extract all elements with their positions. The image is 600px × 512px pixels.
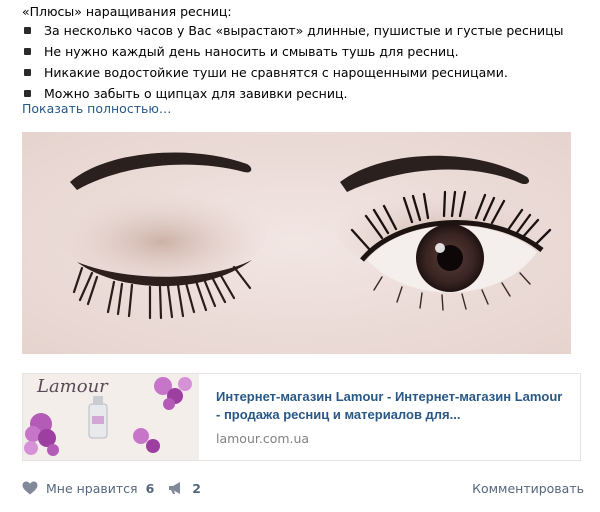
bullet-square-icon (24, 27, 31, 34)
list-item: Не нужно каждый день наносить и смывать … (24, 41, 564, 62)
bullet-square-icon (24, 90, 31, 97)
like-label: Мне нравится (46, 480, 138, 496)
list-item: За несколько часов у Вас «вырастают» дли… (24, 20, 564, 41)
post-actions-bar: Мне нравится 6 2 Комментировать (22, 478, 584, 498)
comment-button[interactable]: Комментировать (472, 481, 584, 496)
list-item-text: За несколько часов у Вас «вырастают» дли… (44, 23, 564, 38)
link-thumbnail: Lamour (23, 374, 199, 460)
post-intro-text: «Плюсы» наращивания ресниц: (22, 4, 232, 19)
like-count: 6 (145, 480, 155, 496)
show-more-link[interactable]: Показать полностью… (22, 101, 171, 116)
list-item-text: Никакие водостойкие туши не сравнятся с … (44, 65, 508, 80)
bullet-square-icon (24, 48, 31, 55)
list-item-text: Не нужно каждый день наносить и смывать … (44, 44, 459, 59)
link-preview-card[interactable]: Lamour Интернет-магазин Lamour - Интерне… (22, 373, 581, 461)
link-preview-domain: lamour.com.ua (216, 431, 310, 446)
heart-icon (22, 481, 38, 495)
post-photo[interactable] (22, 132, 571, 354)
share-count: 2 (192, 480, 201, 496)
lamour-logo: Lamour (37, 376, 108, 397)
link-preview-title[interactable]: Интернет-магазин Lamour - Интернет-магаз… (216, 388, 566, 424)
list-item: Никакие водостойкие туши не сравнятся с … (24, 62, 564, 83)
benefits-list: За несколько часов у Вас «вырастают» дли… (24, 20, 564, 104)
link-preview-text: Интернет-магазин Lamour - Интернет-магаз… (199, 374, 580, 460)
bullet-square-icon (24, 69, 31, 76)
wall-post: «Плюсы» наращивания ресниц: За несколько… (0, 0, 600, 512)
megaphone-icon (169, 482, 181, 494)
like-button[interactable]: Мне нравится 6 (22, 481, 154, 496)
share-button[interactable]: 2 (168, 481, 201, 496)
